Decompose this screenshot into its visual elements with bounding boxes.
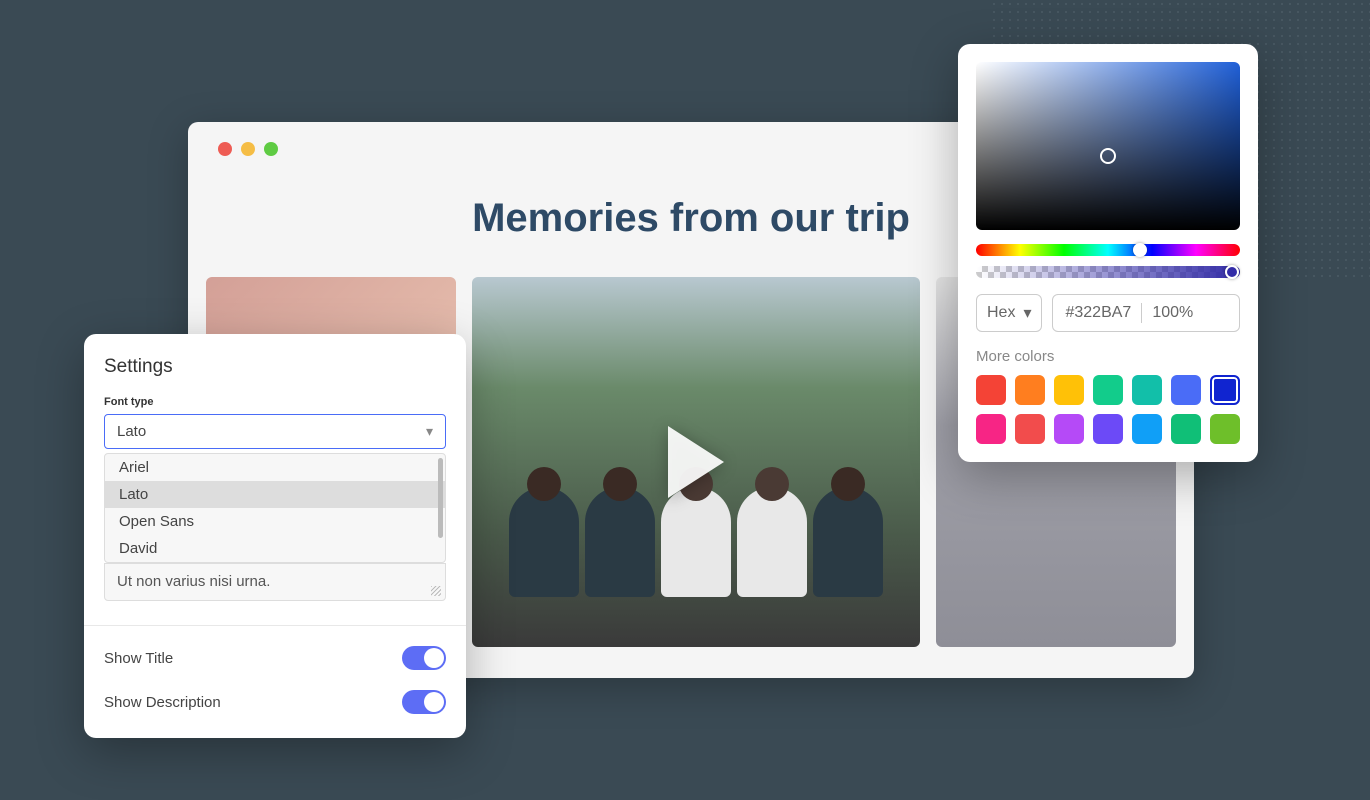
- show-title-toggle[interactable]: [402, 646, 446, 670]
- alpha-value: 100%: [1152, 304, 1193, 322]
- alpha-slider[interactable]: [976, 266, 1240, 278]
- swatch[interactable]: [976, 375, 1006, 405]
- swatch[interactable]: [1093, 375, 1123, 405]
- font-option-david[interactable]: David: [105, 535, 445, 562]
- settings-title: Settings: [84, 356, 466, 396]
- more-colors-label: More colors: [976, 348, 1240, 365]
- swatch[interactable]: [1132, 375, 1162, 405]
- font-type-dropdown: Ariel Lato Open Sans David: [104, 453, 446, 563]
- description-textarea[interactable]: Ut non varius nisi urna.: [104, 563, 446, 601]
- hex-value: #322BA7: [1065, 304, 1131, 322]
- close-window-dot[interactable]: [218, 142, 232, 156]
- show-title-label: Show Title: [104, 650, 173, 667]
- resize-handle-icon[interactable]: [431, 586, 441, 596]
- play-icon[interactable]: [668, 426, 724, 498]
- swatch[interactable]: [1054, 375, 1084, 405]
- hex-row: Hex ▾ #322BA7 100%: [976, 294, 1240, 332]
- color-picker-panel: Hex ▾ #322BA7 100% More colors: [958, 44, 1258, 462]
- chevron-down-icon: ▾: [426, 423, 433, 440]
- swatch[interactable]: [1132, 414, 1162, 444]
- font-type-select[interactable]: Lato ▾: [104, 414, 446, 449]
- alpha-thumb[interactable]: [1225, 265, 1239, 279]
- scrollbar[interactable]: [438, 458, 443, 538]
- show-description-label: Show Description: [104, 694, 221, 711]
- swatch[interactable]: [1015, 375, 1045, 405]
- toggle-row-show-title: Show Title: [84, 626, 466, 670]
- swatch[interactable]: [1171, 414, 1201, 444]
- font-option-lato[interactable]: Lato: [105, 481, 445, 508]
- swatch[interactable]: [1093, 414, 1123, 444]
- swatch[interactable]: [1171, 375, 1201, 405]
- hue-slider[interactable]: [976, 244, 1240, 256]
- swatch[interactable]: [976, 414, 1006, 444]
- minimize-window-dot[interactable]: [241, 142, 255, 156]
- swatch[interactable]: [1054, 414, 1084, 444]
- show-description-toggle[interactable]: [402, 690, 446, 714]
- settings-panel: Settings Font type Lato ▾ Ariel Lato Ope…: [84, 334, 466, 738]
- font-option-open-sans[interactable]: Open Sans: [105, 508, 445, 535]
- font-option-ariel[interactable]: Ariel: [105, 454, 445, 481]
- font-type-label: Font type: [84, 396, 466, 414]
- hex-input[interactable]: #322BA7 100%: [1052, 294, 1240, 332]
- toggle-row-show-description: Show Description: [84, 670, 466, 714]
- hue-thumb[interactable]: [1133, 243, 1147, 257]
- gallery-image-center[interactable]: [472, 277, 920, 647]
- chevron-down-icon: ▾: [1023, 303, 1031, 323]
- font-type-selected: Lato: [117, 423, 146, 440]
- swatch-selected[interactable]: [1210, 375, 1240, 405]
- swatch[interactable]: [1210, 414, 1240, 444]
- swatch-grid: [976, 375, 1240, 444]
- color-gradient-area[interactable]: [976, 62, 1240, 230]
- gradient-cursor[interactable]: [1100, 148, 1116, 164]
- maximize-window-dot[interactable]: [264, 142, 278, 156]
- color-format-select[interactable]: Hex ▾: [976, 294, 1042, 332]
- swatch[interactable]: [1015, 414, 1045, 444]
